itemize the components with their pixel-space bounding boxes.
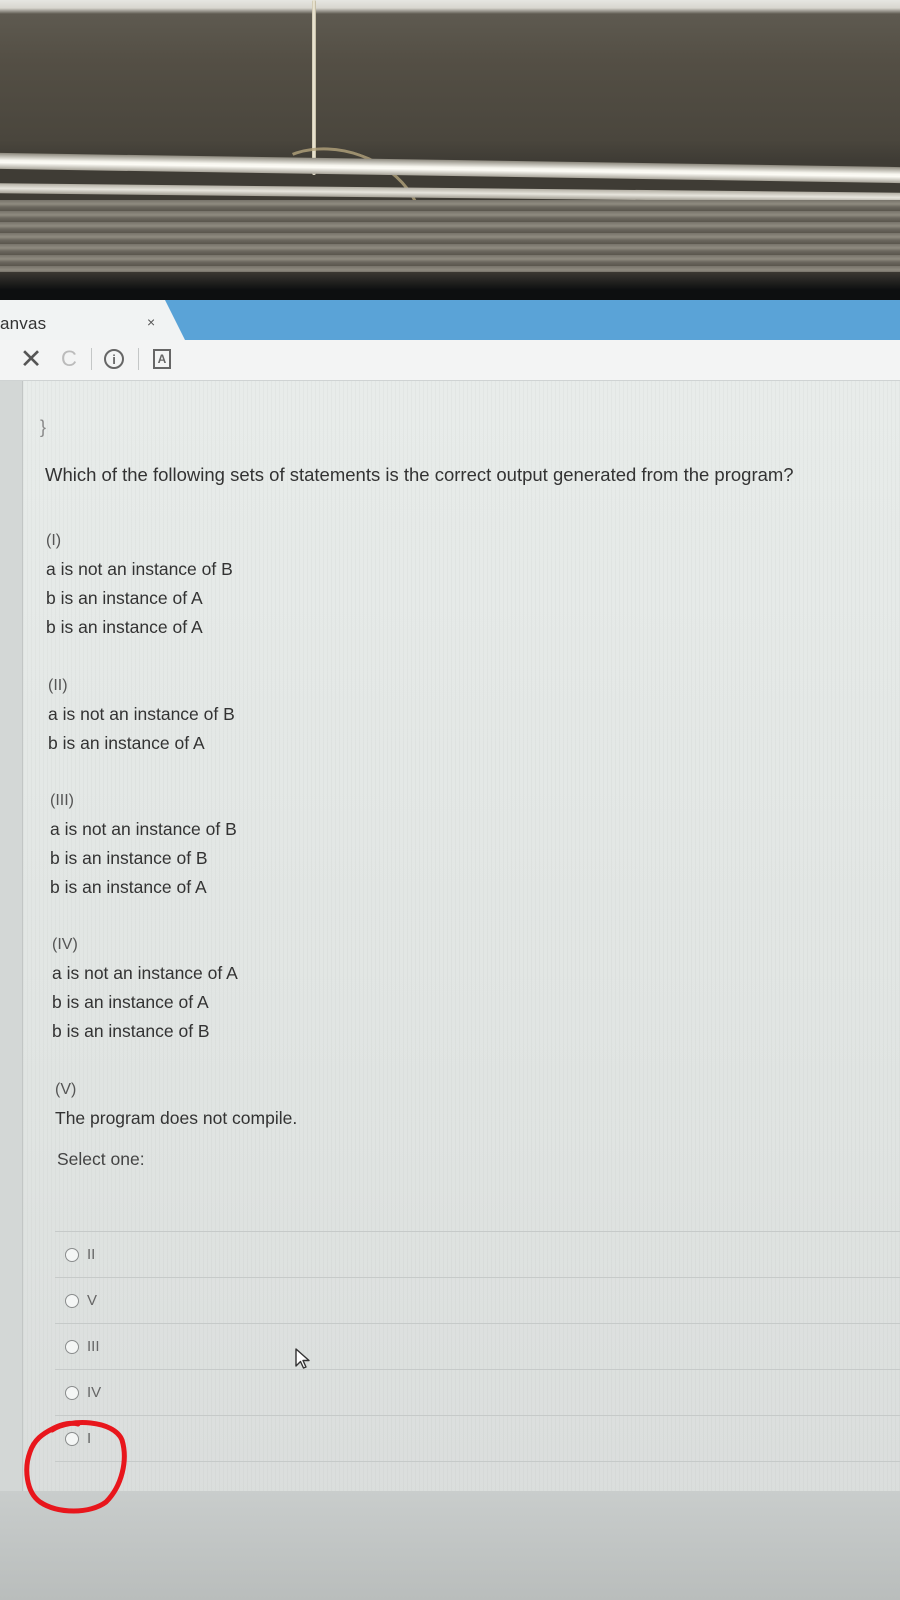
radio-button[interactable]: [65, 1339, 79, 1354]
left-rail: [0, 381, 23, 1600]
option-line: a is not an instance of A: [52, 963, 238, 983]
question-prompt: Which of the following sets of statement…: [45, 464, 794, 485]
radio-button[interactable]: [65, 1385, 79, 1400]
option-line: The program does not compile.: [55, 1108, 298, 1128]
select-one-label: Select one:: [57, 1149, 145, 1169]
browser-toolbar: ✕ C i A: [0, 340, 900, 381]
option-line: a is not an instance of B: [48, 704, 235, 724]
mouse-cursor-icon: [295, 1348, 310, 1369]
answer-label: III: [87, 1338, 100, 1355]
tab-title: anvas: [0, 314, 47, 333]
site-info-button[interactable]: i: [101, 346, 127, 372]
answer-option-iii[interactable]: III: [55, 1323, 900, 1369]
output-option-iii: (III) a is not an instance of B b is an …: [50, 786, 237, 902]
radio-button[interactable]: [65, 1247, 79, 1262]
answer-label: V: [87, 1292, 98, 1309]
option-line: b is an instance of A: [48, 733, 205, 753]
browser-tab-canvas[interactable]: anvas ×: [0, 300, 185, 340]
answer-label: IV: [87, 1384, 102, 1401]
option-label: (IV): [52, 936, 78, 953]
output-option-i: (I) a is not an instance of B b is an in…: [46, 526, 233, 642]
answer-label: II: [87, 1246, 96, 1263]
output-option-iv: (IV) a is not an instance of A b is an i…: [52, 930, 238, 1046]
reload-icon[interactable]: C: [57, 346, 81, 372]
answer-option-iv[interactable]: IV: [55, 1369, 900, 1415]
monitor-bezel: [0, 272, 900, 290]
option-label: (I): [46, 532, 62, 549]
radio-button[interactable]: [65, 1293, 79, 1308]
toolbar-divider: [138, 348, 139, 370]
option-line: b is an instance of A: [46, 617, 203, 637]
answer-radio-group: II V III IV I: [55, 1231, 900, 1462]
reader-mode-icon: A: [153, 349, 171, 369]
ceiling-slats: [0, 200, 900, 280]
tab-close-icon[interactable]: ×: [147, 314, 155, 330]
output-option-v: (V) The program does not compile.: [55, 1075, 297, 1133]
reader-mode-button[interactable]: A: [150, 346, 174, 372]
option-line: b is an instance of A: [46, 588, 203, 608]
option-line: a is not an instance of B: [50, 819, 237, 839]
option-label: (V): [55, 1081, 77, 1098]
option-label: (III): [50, 792, 74, 809]
ceiling-background: [0, 0, 900, 290]
red-circle-annotation-icon: [24, 1420, 127, 1514]
option-line: b is an instance of B: [52, 1021, 210, 1041]
option-line: b is an instance of A: [52, 992, 209, 1012]
output-option-ii: (II) a is not an instance of B b is an i…: [48, 671, 235, 758]
answer-option-i[interactable]: I: [55, 1415, 900, 1462]
stop-loading-icon[interactable]: ✕: [18, 344, 44, 374]
option-label: (II): [48, 677, 68, 694]
option-line: b is an instance of B: [50, 848, 208, 868]
option-line: a is not an instance of B: [46, 559, 233, 579]
option-line: b is an instance of A: [50, 877, 207, 897]
answer-option-v[interactable]: V: [55, 1277, 900, 1323]
ceiling-light: [0, 152, 900, 184]
toolbar-divider: [91, 348, 92, 370]
browser-tab-bar: anvas ×: [0, 300, 900, 340]
page-footer-area: [0, 1491, 900, 1600]
code-closing-brace: }: [40, 417, 47, 437]
info-icon: i: [104, 349, 124, 369]
quiz-page: } Which of the following sets of stateme…: [0, 381, 900, 1600]
answer-option-ii[interactable]: II: [55, 1231, 900, 1277]
